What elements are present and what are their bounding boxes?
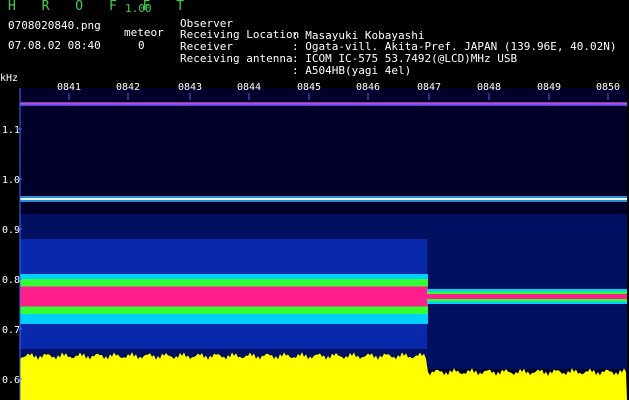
x-tick-label: 0841 <box>57 82 81 93</box>
x-tick-label: 0844 <box>237 82 261 93</box>
y-tick-label: 0.9 <box>2 225 20 236</box>
x-tick-label: 0848 <box>477 82 501 93</box>
x-tick-label: 0845 <box>297 82 321 93</box>
x-tick-label: 0846 <box>356 82 380 93</box>
y-tick-label: 0.6 <box>2 375 20 386</box>
y-tick-label: 1.1 <box>2 125 20 136</box>
y-tick-label: 0.8 <box>2 275 20 286</box>
y-unit-label: kHz <box>0 73 19 84</box>
carrier-line-1150-core <box>20 103 627 105</box>
x-tick-label: 0842 <box>116 82 140 93</box>
y-tick-label: 0.7 <box>2 325 20 336</box>
carrier-line-960-core <box>20 198 627 200</box>
x-tick-label: 0843 <box>178 82 202 93</box>
spectrogram: 0841 0842 0843 0844 0845 0846 0847 0848 0849 0850… <box>0 82 627 400</box>
signal-core-late <box>427 294 627 299</box>
signal-core <box>20 286 428 307</box>
y-tick-label: 1.0 <box>2 175 20 186</box>
x-tick-label: 0850 <box>596 82 620 93</box>
x-tick-label: 0847 <box>417 82 441 93</box>
x-tick-label: 0849 <box>537 82 561 93</box>
